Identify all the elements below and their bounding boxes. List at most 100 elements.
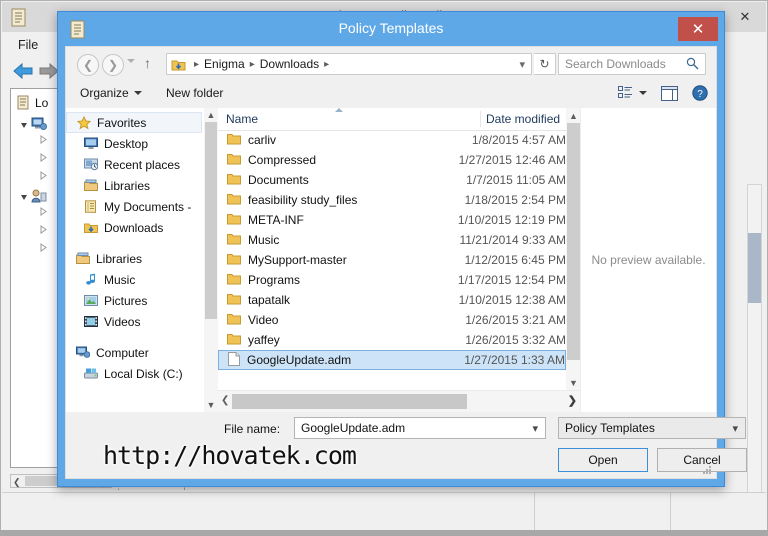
table-row[interactable]: carliv 1/8/2015 4:57 AM (218, 130, 566, 150)
chevron-right-icon[interactable] (39, 207, 48, 216)
sidebar-item-music[interactable]: Music (66, 269, 218, 290)
table-row[interactable]: Documents 1/7/2015 11:05 AM (218, 170, 566, 190)
policy-tree-child-6[interactable] (39, 243, 48, 252)
scrollbar-thumb[interactable] (748, 233, 761, 303)
breadcrumb-item-downloads[interactable]: Downloads (259, 57, 320, 71)
sidebar-item-computer[interactable]: Computer (66, 342, 218, 363)
chevron-down-icon[interactable] (21, 194, 27, 200)
table-row[interactable]: yaffey 1/26/2015 3:32 AM (218, 330, 566, 350)
forward-circle-icon[interactable]: ❯ (102, 54, 124, 76)
sidebar-item-downloads[interactable]: Downloads (66, 217, 218, 238)
file-row-name-cell: yaffey (218, 333, 465, 348)
scroll-up-icon[interactable]: ▲ (566, 108, 581, 123)
open-button[interactable]: Open (558, 448, 648, 472)
breadcrumb-item-enigma[interactable]: Enigma (203, 57, 246, 71)
scroll-up-icon[interactable]: ▲ (204, 108, 218, 122)
chevron-down-icon[interactable]: ▾ (532, 422, 538, 435)
help-icon[interactable]: ? (692, 85, 708, 101)
chevron-right-icon[interactable] (39, 243, 48, 252)
new-folder-button[interactable]: New folder (166, 86, 223, 100)
table-row[interactable]: Programs 1/17/2015 12:54 PM (218, 270, 566, 290)
table-row[interactable]: GoogleUpdate.adm 1/27/2015 1:33 AM (218, 350, 566, 370)
column-divider[interactable] (480, 111, 481, 127)
scroll-right-icon[interactable]: ❯ (568, 394, 577, 407)
chevron-right-icon[interactable] (39, 135, 48, 144)
view-options-button[interactable] (618, 86, 647, 100)
cancel-button[interactable]: Cancel (657, 448, 747, 472)
chevron-right-icon[interactable] (39, 153, 48, 162)
scrollbar-thumb[interactable] (567, 123, 580, 360)
sidebar-item-libraries-fav[interactable]: Libraries (66, 175, 218, 196)
chevron-right-icon[interactable] (39, 171, 48, 180)
file-date-text: 1/10/2015 12:38 AM (458, 293, 566, 307)
scrollbar-thumb[interactable] (232, 394, 467, 409)
table-row[interactable]: Music 11/21/2014 9:33 AM (218, 230, 566, 250)
scrollbar-thumb[interactable] (205, 122, 217, 319)
close-icon[interactable]: ✕ (678, 17, 718, 41)
background-window-statusbar (2, 492, 766, 534)
file-name-input[interactable]: GoogleUpdate.adm ▾ (294, 417, 546, 439)
chevron-down-icon[interactable] (21, 122, 27, 128)
policy-tree-node-computer-config[interactable] (21, 117, 47, 131)
file-list-column-header[interactable]: Name Date modified (218, 108, 581, 131)
file-list-horizontal-scrollbar[interactable]: ❮ ❯ (218, 390, 581, 412)
dialog-titlebar[interactable]: Policy Templates ✕ (58, 12, 724, 46)
scroll-left-icon[interactable]: ❮ (13, 477, 21, 488)
menu-item-file[interactable]: File (10, 36, 46, 54)
recent-locations-caret-icon[interactable] (127, 59, 135, 63)
scroll-left-icon[interactable]: ❮ (221, 395, 229, 406)
close-icon[interactable]: ✕ (728, 6, 762, 28)
sidebar-item-my-documents[interactable]: My Documents - (66, 196, 218, 217)
policy-tree-node-user-config[interactable] (21, 189, 47, 203)
chevron-down-icon[interactable]: ▾ (732, 422, 738, 435)
sidebar-item-videos[interactable]: Videos (66, 311, 218, 332)
policy-tree-child-4[interactable] (39, 207, 48, 216)
search-icon[interactable] (686, 57, 699, 70)
preview-pane-icon[interactable] (661, 85, 678, 101)
sidebar-item-pictures[interactable]: Pictures (66, 290, 218, 311)
table-row[interactable]: tapatalk 1/10/2015 12:38 AM (218, 290, 566, 310)
chevron-down-icon[interactable] (639, 91, 647, 95)
resize-grip[interactable] (703, 466, 712, 475)
sidebar-item-local-disk-c[interactable]: Local Disk (C:) (66, 363, 218, 384)
navigation-pane-scrollbar[interactable]: ▲ ▼ (204, 108, 218, 412)
scroll-down-icon[interactable]: ▼ (204, 398, 218, 412)
table-row[interactable]: MySupport-master 1/12/2015 6:45 PM (218, 250, 566, 270)
policy-tree-root[interactable]: Lo (17, 95, 48, 110)
table-row[interactable]: Video 1/26/2015 3:21 AM (218, 310, 566, 330)
policy-tree-child-2[interactable] (39, 153, 48, 162)
column-header-date-modified[interactable]: Date modified (486, 112, 560, 126)
sidebar-item-desktop[interactable]: Desktop (66, 133, 218, 154)
file-type-select[interactable]: Policy Templates ▾ (558, 417, 746, 439)
address-breadcrumb-bar[interactable]: ▸ Enigma ▸ Downloads ▸ ▾ (166, 53, 532, 75)
policy-templates-dialog[interactable]: Policy Templates ✕ ❮ ❯ ↑ ▸ Enigma ▸ Down… (57, 11, 747, 487)
policy-list-vertical-scrollbar[interactable] (747, 184, 762, 514)
column-header-name[interactable]: Name (226, 112, 258, 126)
file-row-name-cell: tapatalk (218, 293, 459, 308)
file-list-vertical-scrollbar[interactable]: ▲ ▼ (566, 108, 581, 390)
file-list-rows[interactable]: carliv 1/8/2015 4:57 AM Compressed 1/27/201… (218, 130, 566, 390)
table-row[interactable]: Compressed 1/27/2015 12:46 AM (218, 150, 566, 170)
chevron-down-icon[interactable]: ▾ (519, 58, 525, 71)
back-circle-icon[interactable]: ❮ (77, 54, 99, 76)
refresh-button[interactable]: ↻ (534, 53, 556, 75)
chevron-right-icon[interactable] (39, 225, 48, 234)
navigation-pane[interactable]: Favorites Desktop Recent places Librarie… (66, 108, 218, 412)
up-arrow-icon[interactable]: ↑ (144, 55, 151, 71)
chevron-down-icon[interactable] (133, 91, 142, 95)
sidebar-item-libraries[interactable]: Libraries (66, 248, 218, 269)
sidebar-item-recent-places[interactable]: Recent places (66, 154, 218, 175)
table-row[interactable]: feasibility study_files 1/18/2015 2:54 PM (218, 190, 566, 210)
policy-tree-child-3[interactable] (39, 171, 48, 180)
table-row[interactable]: META-INF 1/10/2015 12:19 PM (218, 210, 566, 230)
policy-tree-child-1[interactable] (39, 135, 48, 144)
view-list-icon[interactable] (618, 86, 633, 100)
scroll-down-icon[interactable]: ▼ (566, 375, 581, 390)
sidebar-label-recent-places: Recent places (104, 157, 181, 172)
policy-tree-child-5[interactable] (39, 225, 48, 234)
file-list-pane[interactable]: Name Date modified carliv 1/8/2015 4:57 A… (218, 108, 581, 412)
organize-button[interactable]: Organize (80, 86, 142, 100)
sidebar-item-favorites[interactable]: Favorites (66, 112, 202, 133)
search-input[interactable]: Search Downloads (558, 53, 706, 75)
back-arrow-icon[interactable] (12, 62, 34, 80)
